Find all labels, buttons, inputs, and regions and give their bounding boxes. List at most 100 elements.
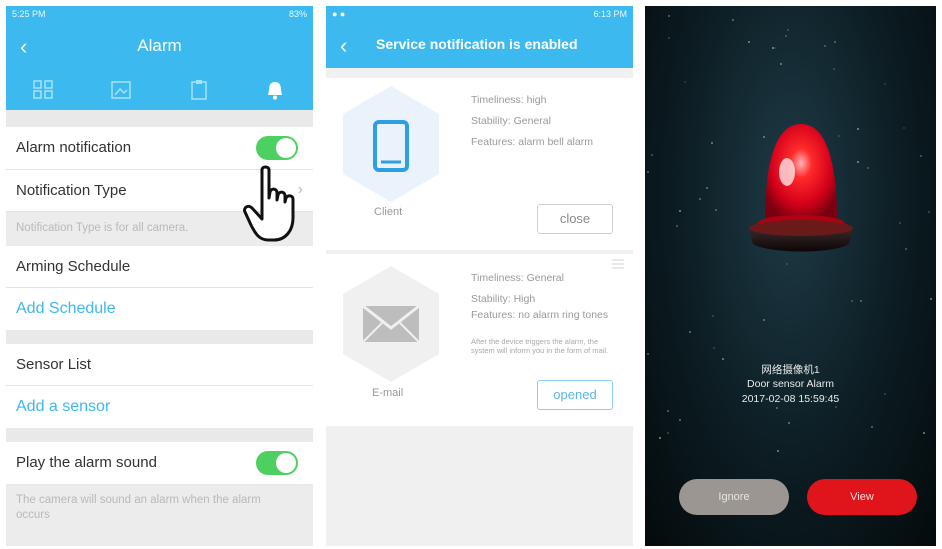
back-arrow-icon-2[interactable]: ‹ <box>340 33 347 59</box>
star <box>851 300 853 302</box>
page-title: Alarm <box>137 36 182 55</box>
add-schedule-row[interactable]: Add Schedule <box>6 288 313 330</box>
image-tab-icon[interactable] <box>110 80 132 100</box>
clipboard-tab-icon[interactable] <box>188 80 210 100</box>
star <box>699 198 701 200</box>
alarm-notification-label: Alarm notification <box>16 139 132 156</box>
star <box>928 211 930 213</box>
ignore-button[interactable]: Ignore <box>679 479 789 515</box>
email-hexagon <box>343 266 439 382</box>
star <box>834 41 836 43</box>
play-alarm-sound-toggle[interactable] <box>256 451 298 475</box>
star <box>651 154 653 156</box>
arming-schedule-label: Arming Schedule <box>16 258 131 275</box>
alarm-sound-hint: The camera will sound an alarm when the … <box>6 485 313 546</box>
star <box>722 358 724 360</box>
star <box>788 422 790 424</box>
star <box>776 407 778 409</box>
alarm-timestamp: 2017-02-08 15:59:45 <box>741 393 840 405</box>
alarm-settings-screen: 5:25 PM 83% ‹ Alarm Alarm notification N… <box>6 6 313 546</box>
star <box>860 300 862 302</box>
app-icons: ● ● <box>332 9 346 19</box>
star <box>659 437 661 439</box>
star <box>835 406 837 408</box>
star <box>647 171 649 173</box>
notification-type-label: Notification Type <box>16 182 127 199</box>
client-features: Features: alarm bell alarm <box>471 136 593 148</box>
menu-icon[interactable] <box>611 258 625 270</box>
email-features: Features: no alarm ring tones <box>471 309 609 321</box>
arming-schedule-row: Arming Schedule <box>6 246 313 288</box>
sensor-list-label: Sensor List <box>16 356 92 373</box>
add-sensor-link[interactable]: Add a sensor <box>16 398 110 416</box>
device-name: 网络摄像机1 <box>761 364 820 376</box>
star <box>706 187 708 189</box>
client-name: Client <box>374 206 403 218</box>
star <box>774 47 776 49</box>
client-card: Client Timeliness: high Stability: Gener… <box>326 78 633 250</box>
battery-percent: 83% <box>288 9 307 19</box>
star <box>899 222 901 224</box>
status-bar: 5:25 PM 83% <box>6 6 313 24</box>
star <box>905 248 907 250</box>
email-card: E-mail Timeliness: General Stability: Hi… <box>326 254 633 426</box>
alarm-notification-toggle[interactable] <box>256 136 298 160</box>
star <box>647 353 649 355</box>
star <box>787 29 789 31</box>
add-sensor-row[interactable]: Add a sensor <box>6 386 313 428</box>
star <box>676 225 678 227</box>
email-stability: Stability: High <box>471 293 536 305</box>
close-button[interactable]: close <box>537 204 613 234</box>
star <box>786 263 788 265</box>
email-note: After the device triggers the alarm, the… <box>471 337 609 355</box>
star <box>712 315 714 317</box>
status-time-2: 6:13 PM <box>593 9 627 19</box>
star <box>684 81 686 83</box>
star <box>668 15 670 17</box>
star <box>689 331 691 333</box>
star <box>871 426 873 428</box>
star <box>748 41 750 43</box>
service-title: Service notification is enabled <box>376 36 578 52</box>
star <box>668 37 670 39</box>
play-alarm-sound-label: Play the alarm sound <box>16 454 157 471</box>
alarm-header: 5:25 PM 83% ‹ Alarm <box>6 6 313 110</box>
alarm-alert-screen: 网络摄像机1 Door sensor Alarm 2017-02-08 15:5… <box>645 6 936 546</box>
star <box>679 210 681 212</box>
view-button[interactable]: View <box>807 479 917 515</box>
service-notification-screen: ● ● 6:13 PM ‹ Service notification is en… <box>326 6 633 546</box>
play-alarm-sound-row: Play the alarm sound <box>6 442 313 484</box>
email-name: E-mail <box>372 387 404 399</box>
star <box>772 47 774 49</box>
status-bar-2: ● ● 6:13 PM <box>326 6 633 24</box>
bell-tab-icon[interactable] <box>264 80 286 100</box>
star <box>833 68 835 70</box>
star <box>824 45 826 47</box>
star <box>763 319 765 321</box>
star <box>920 155 922 157</box>
notification-hint-text: Notification Type is for all camera. <box>16 222 189 234</box>
client-info: Timeliness: high Stability: General Feat… <box>471 90 593 153</box>
client-stability: Stability: General <box>471 115 551 127</box>
star <box>780 63 782 65</box>
star <box>884 83 886 85</box>
grid-tab-icon[interactable] <box>32 80 54 100</box>
add-schedule-link[interactable]: Add Schedule <box>16 300 116 318</box>
star <box>711 142 713 144</box>
star <box>715 209 717 211</box>
star <box>903 127 905 129</box>
alarm-type: Door sensor Alarm <box>747 378 834 390</box>
hand-pointer-icon <box>243 165 295 242</box>
opened-button[interactable]: opened <box>537 380 613 410</box>
star <box>732 19 734 21</box>
sensor-list-row: Sensor List <box>6 344 313 386</box>
star <box>930 298 932 300</box>
alarm-sound-hint-text: The camera will sound an alarm when the … <box>16 494 261 521</box>
star <box>867 167 869 169</box>
star <box>679 419 681 421</box>
email-timeliness: Timeliness: General <box>471 272 564 284</box>
email-info: Timeliness: General Stability: High <box>471 268 564 310</box>
service-header: ● ● 6:13 PM ‹ Service notification is en… <box>326 6 633 68</box>
status-time: 5:25 PM <box>12 9 46 19</box>
tab-bar <box>6 76 313 106</box>
